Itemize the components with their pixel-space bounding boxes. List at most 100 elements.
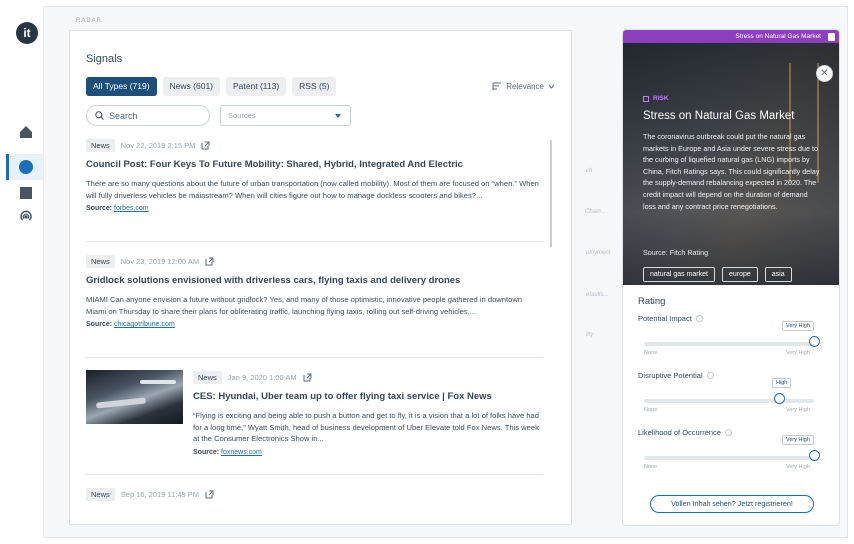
background-label: ch: [586, 168, 593, 174]
item-title[interactable]: Gridlock solutions envisioned with drive…: [86, 275, 543, 286]
signal-icon[interactable]: [18, 209, 34, 225]
news-thumbnail[interactable]: [86, 370, 183, 424]
tag[interactable]: europe: [721, 267, 758, 282]
divider: [86, 474, 543, 475]
slider-knob: [809, 450, 820, 461]
min-label: None: [644, 350, 658, 356]
source-link[interactable]: forbes.com: [114, 205, 149, 212]
type-badge: News: [86, 138, 115, 152]
external-link-icon[interactable]: [201, 141, 210, 150]
divider: [86, 241, 543, 242]
panel-header-title: Stress on Natural Gas Market: [735, 33, 821, 40]
background-label: ployment: [586, 250, 611, 256]
signals-title: Signals: [86, 53, 123, 65]
value-tooltip: Very High: [782, 321, 814, 331]
type-tabs: All Types (719) News (601) Patent (113) …: [86, 77, 337, 96]
search-input[interactable]: Search: [86, 105, 210, 126]
search-icon: [95, 111, 104, 120]
circle-icon[interactable]: [18, 159, 34, 175]
rating-likelihood: Likelihood of Occurrence Very High None …: [638, 428, 828, 470]
max-label: Very High: [786, 464, 810, 470]
register-button[interactable]: Vollen Inhalt sehen? Jetzt registrieren!: [650, 495, 814, 513]
help-icon[interactable]: [706, 372, 714, 379]
external-link-icon[interactable]: [303, 373, 312, 382]
tag-list: natural gas market europe asia: [643, 267, 792, 282]
source-link[interactable]: chicagotribune.com: [114, 321, 175, 328]
background-label: Chain...: [585, 209, 606, 215]
list-item[interactable]: News Sep 16, 2019 11:49 PM: [86, 487, 543, 501]
left-rail: it: [6, 6, 44, 538]
help-icon[interactable]: [724, 429, 732, 436]
sort-icon: [492, 82, 502, 90]
risk-description: The coronavirus outbreak could put the n…: [643, 132, 820, 211]
metric-label: Potential Impact: [638, 314, 692, 323]
item-date: Nov 22, 2019 2:15 PM: [120, 140, 196, 150]
sort-label: Relevance: [506, 82, 544, 91]
item-date: Jan 9, 2020 1:00 AM: [227, 372, 297, 382]
rating-potential-impact: Potential Impact Very High None Very Hig…: [638, 314, 828, 356]
sources-select[interactable]: Sources: [220, 105, 351, 126]
risk-detail-panel: Stress on Natural Gas Market ✕ RISK Stre…: [622, 29, 840, 526]
metric-label: Likelihood of Occurrence: [638, 428, 721, 437]
item-title[interactable]: CES: Hyundai, Uber team up to offer flyi…: [193, 391, 543, 402]
divider: [86, 357, 543, 358]
search-placeholder: Search: [109, 110, 138, 121]
value-tooltip: Very High: [782, 435, 814, 445]
rating-disruptive-potential: Disruptive Potential High None Very High: [638, 371, 828, 413]
slider-track: [644, 342, 814, 346]
background-label: efaults...: [586, 292, 609, 298]
item-description: MIAMI Can anyone envision a future witho…: [86, 295, 523, 316]
risk-source: Source: Fitch Rating: [643, 248, 709, 257]
tag[interactable]: natural gas market: [643, 267, 715, 282]
slider-track: [644, 399, 814, 403]
list-item[interactable]: News Nov 23, 2019 12:00 AM Gridlock solu…: [86, 254, 543, 328]
min-label: None: [644, 464, 658, 470]
external-link-icon[interactable]: [205, 490, 214, 499]
background-label: lity: [586, 332, 594, 338]
item-date: Sep 16, 2019 11:49 PM: [120, 489, 200, 499]
app-logo[interactable]: it: [16, 22, 38, 44]
item-title[interactable]: Council Post: Four Keys To Future Mobili…: [86, 159, 543, 170]
source-link[interactable]: foxnews.com: [221, 449, 262, 456]
scrollbar[interactable]: [550, 140, 552, 247]
list-item[interactable]: News Nov 22, 2019 2:15 PM Council Post: …: [86, 138, 543, 212]
tab-news[interactable]: News (601): [162, 77, 221, 96]
item-source: Source: chicagotribune.com: [86, 321, 175, 328]
risk-icon: [643, 95, 649, 102]
home-icon[interactable]: [18, 124, 34, 140]
external-link-icon[interactable]: [205, 257, 214, 266]
item-source: Source: foxnews.com: [193, 448, 262, 456]
sort-dropdown[interactable]: Relevance: [492, 82, 555, 91]
panel-header: Stress on Natural Gas Market: [623, 30, 839, 43]
type-badge: News: [86, 254, 115, 268]
tab-patent[interactable]: Patent (113): [226, 77, 287, 96]
metric-label: Disruptive Potential: [638, 371, 703, 380]
item-date: Nov 23, 2019 12:00 AM: [120, 256, 200, 266]
category-label: RISK: [643, 95, 669, 102]
type-badge: News: [86, 487, 115, 501]
value-tooltip: High: [772, 378, 792, 388]
hero-image: ✕ RISK Stress on Natural Gas Market The …: [623, 43, 839, 285]
breadcrumb[interactable]: RADAR: [76, 18, 102, 24]
help-icon[interactable]: [695, 315, 703, 322]
max-label: Very High: [786, 407, 810, 413]
tab-rss[interactable]: RSS (5): [292, 77, 337, 96]
max-label: Very High: [786, 350, 810, 356]
bookmark-icon[interactable]: [828, 33, 835, 41]
item-description: There are so many questions about the fu…: [86, 179, 539, 200]
square-icon[interactable]: [18, 185, 34, 201]
slider-knob: [809, 336, 820, 347]
rating-title: Rating: [638, 296, 666, 307]
slider-knob: [774, 393, 785, 404]
min-label: None: [644, 407, 658, 413]
close-button[interactable]: ✕: [816, 65, 833, 82]
caret-down-icon: [335, 114, 341, 118]
item-description: “Flying is exciting and being able to pu…: [193, 411, 540, 443]
risk-title: Stress on Natural Gas Market: [643, 110, 795, 122]
tag[interactable]: asia: [764, 267, 792, 282]
sources-placeholder: Sources: [228, 111, 256, 120]
tab-all-types[interactable]: All Types (719): [86, 77, 157, 96]
chevron-down-icon: [548, 84, 555, 89]
slider-track: [644, 456, 814, 460]
signals-card: Signals All Types (719) News (601) Paten…: [69, 30, 572, 525]
